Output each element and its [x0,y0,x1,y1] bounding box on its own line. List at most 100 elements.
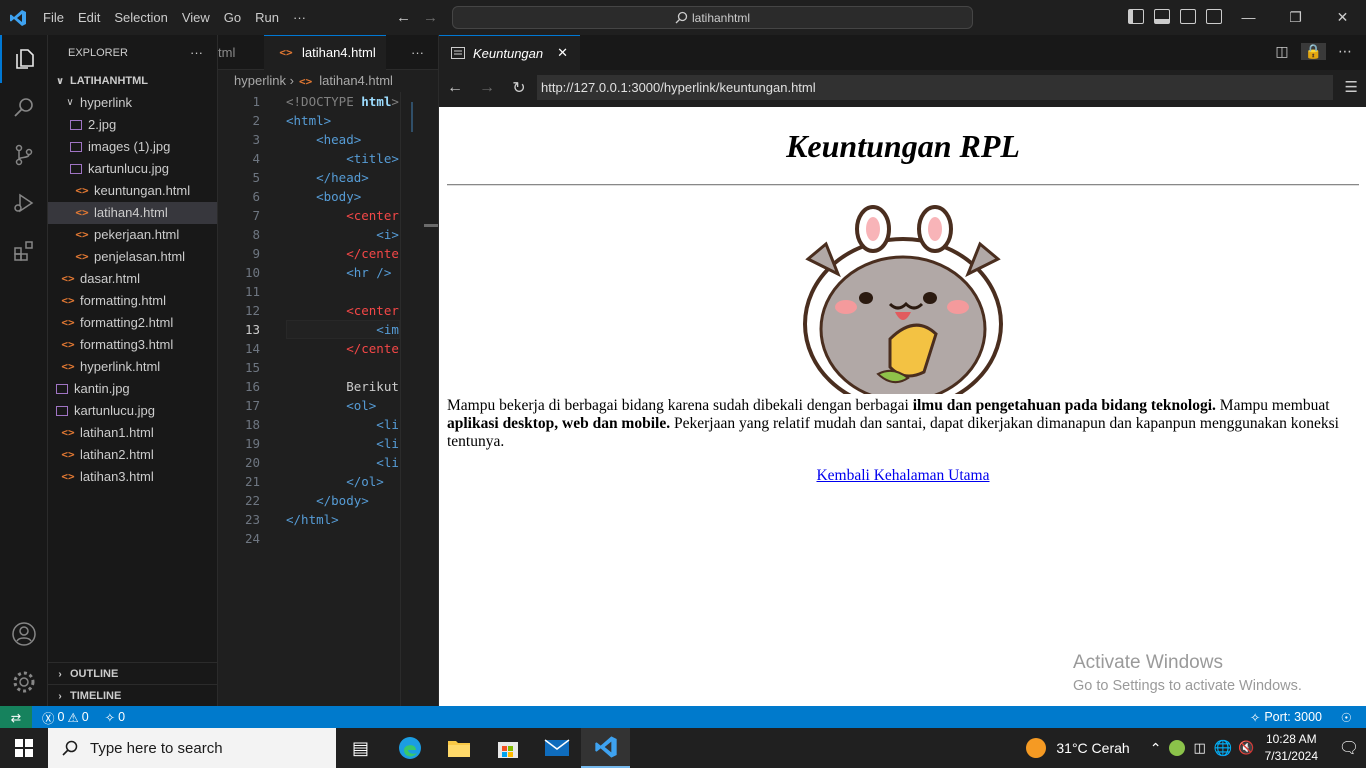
file-item[interactable]: kartunlucu.jpg [48,400,217,422]
menu-more[interactable]: ··· [286,0,313,35]
clock[interactable]: 10:28 AM 7/31/2024 [1265,731,1318,765]
notification-center-icon[interactable]: 🗨 [1332,738,1366,758]
menu-edit[interactable]: Edit [71,0,107,35]
vscode-taskbar-icon[interactable] [581,728,630,768]
browser-menu-icon[interactable]: ☰ [1345,78,1358,96]
menu-selection[interactable]: Selection [107,0,174,35]
windows-start-icon[interactable] [0,728,48,768]
file-item[interactable]: <> hyperlink.html [48,356,217,378]
code-line[interactable]: 9 </cente [218,244,400,263]
file-item[interactable]: kantin.jpg [48,378,217,400]
ports-indicator[interactable]: ✧ 0 [105,710,125,725]
timeline-section[interactable]: › TIMELINE [48,684,218,706]
file-item[interactable]: <> penjelasan.html [48,246,217,268]
code-line[interactable]: 12 <center [218,301,400,320]
menu-go[interactable]: Go [217,0,248,35]
weather-sun-icon[interactable] [1026,738,1047,758]
breadcrumb-folder[interactable]: hyperlink [234,73,286,88]
network-globe-icon[interactable]: 🌐 [1214,739,1233,757]
remote-indicator-icon[interactable]: ⇄ [0,706,32,728]
code-line[interactable]: 3 <head> [218,130,400,149]
toggle-panel-icon[interactable] [1154,9,1170,24]
chevron-up-icon[interactable]: ⌃ [1150,740,1162,757]
reload-icon[interactable]: ↻ [503,78,535,98]
code-line[interactable]: 19 <li [218,434,400,453]
extensions-icon[interactable] [0,227,48,275]
close-icon[interactable]: ✕ [557,45,568,61]
close-button[interactable]: ✕ [1319,0,1366,35]
split-editor-icon[interactable]: ◫ [1275,43,1288,60]
code-line[interactable]: 6 <body> [218,187,400,206]
back-home-link[interactable]: Kembali Kehalaman Utama [816,467,989,484]
taskbar-search-box[interactable]: Type here to search [48,728,336,768]
tab-latihan4[interactable]: <> latihan4.html [264,34,386,70]
code-line[interactable]: 10 <hr /> [218,263,400,282]
file-item[interactable]: <> formatting.html [48,290,217,312]
menu-run[interactable]: Run [248,0,286,35]
code-line[interactable]: 2 <html> [218,111,400,130]
code-line[interactable]: 7 <center [218,206,400,225]
file-item[interactable]: 2.jpg [48,114,217,136]
file-explorer-icon[interactable] [434,728,483,768]
code-line[interactable]: 14 </cente [218,339,400,358]
breadcrumb-file[interactable]: latihan4.html [319,73,393,88]
minimize-button[interactable]: — [1225,0,1272,35]
code-line[interactable]: 13 <im [218,320,400,339]
tray-device-icon[interactable]: ◫ [1193,740,1205,756]
file-item[interactable]: <> formatting3.html [48,334,217,356]
explorer-icon[interactable] [0,35,48,83]
menu-file[interactable]: File [36,0,71,35]
file-item[interactable]: images (1).jpg [48,136,217,158]
code-line[interactable]: 23 </html> [218,510,400,529]
file-item[interactable]: <> pekerjaan.html [48,224,217,246]
file-item[interactable]: kartunlucu.jpg [48,158,217,180]
back-arrow-icon[interactable]: ← [396,9,411,26]
command-center-search[interactable]: latihanhtml [452,6,973,29]
code-editor[interactable]: 1 <!DOCTYPE html> 2 <html> 3 <head> 4 <title>… [218,92,400,706]
code-line[interactable]: 8 <i> [218,225,400,244]
forward-arrow-icon[interactable]: → [423,9,438,26]
file-item[interactable]: <> latihan4.html [48,202,217,224]
outline-section[interactable]: › OUTLINE [48,662,218,684]
code-line[interactable]: 5 </head> [218,168,400,187]
file-item[interactable]: <> dasar.html [48,268,217,290]
more-actions-icon[interactable]: ⋯ [1338,43,1352,60]
code-line[interactable]: 20 <li [218,453,400,472]
workspace-root[interactable]: ∨ LATIHANHTML [48,70,217,92]
file-item[interactable]: <> latihan2.html [48,444,217,466]
file-item[interactable]: <> latihan3.html [48,466,217,488]
file-item[interactable]: <> latihan1.html [48,422,217,444]
code-line[interactable]: 4 <title> [218,149,400,168]
editor-more-button[interactable]: ··· [411,35,424,70]
url-input[interactable]: http://127.0.0.1:3000/hyperlink/keuntung… [537,75,1333,100]
code-line[interactable]: 11 [218,282,400,301]
task-view-icon[interactable]: ▤ [336,728,385,768]
code-line[interactable]: 24 [218,529,400,548]
browser-forward-icon[interactable]: → [471,79,503,97]
code-line[interactable]: 21 </ol> [218,472,400,491]
customize-layout-icon[interactable] [1206,9,1222,24]
live-server-port[interactable]: ✧ Port: 3000 [1250,710,1322,725]
code-line[interactable]: 16 Berikut [218,377,400,396]
file-item[interactable]: <> formatting2.html [48,312,217,334]
settings-gear-icon[interactable] [0,658,48,706]
toggle-sidebar-icon[interactable] [1128,9,1144,24]
browser-back-icon[interactable]: ← [439,79,471,97]
code-line[interactable]: 22 </body> [218,491,400,510]
file-item[interactable]: <> keuntungan.html [48,180,217,202]
tab-keuntungan[interactable]: Keuntungan ✕ [439,35,581,70]
code-line[interactable]: 1 <!DOCTYPE html> [218,92,400,111]
folder-hyperlink[interactable]: ∨ hyperlink [48,92,217,114]
volume-muted-icon[interactable]: 🔇 [1238,740,1254,756]
microsoft-store-icon[interactable] [483,728,532,768]
edge-browser-icon[interactable] [385,728,434,768]
lock-icon[interactable]: 🔒 [1300,43,1326,60]
menu-view[interactable]: View [175,0,217,35]
accounts-icon[interactable] [0,610,48,658]
tab-previous[interactable]: tml [218,35,264,70]
run-debug-icon[interactable] [0,179,48,227]
code-line[interactable]: 15 [218,358,400,377]
problems-indicator[interactable]: Ⓧ 0 ⚠ 0 [42,708,89,727]
code-line[interactable]: 18 <li [218,415,400,434]
tray-app-icon[interactable] [1169,740,1186,756]
